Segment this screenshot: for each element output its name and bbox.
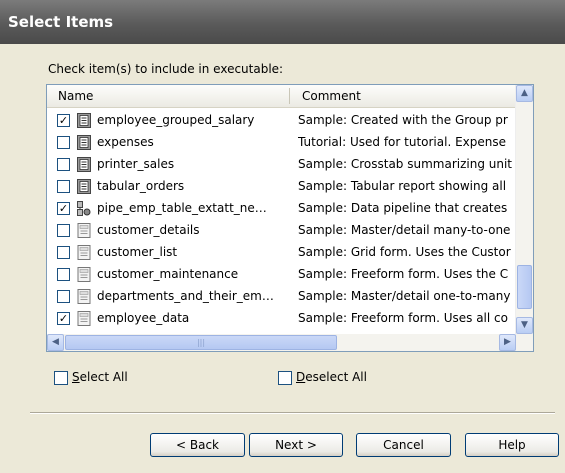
- item-comment: Sample: Created with the Group pr: [298, 113, 508, 127]
- list-column-header: Name Comment: [47, 85, 516, 108]
- item-checkbox[interactable]: [57, 224, 70, 237]
- list-item[interactable]: ✓ pipe_emp_table_extatt_ne… Sample: Data p…: [47, 198, 516, 220]
- help-button[interactable]: Help: [465, 433, 559, 457]
- form-icon: [77, 245, 91, 260]
- item-comment: Sample: Grid form. Uses the Custor: [298, 245, 511, 259]
- column-name-header[interactable]: Name: [58, 89, 93, 103]
- list-item[interactable]: ✓ employee_data Sample: Freeform form. Use…: [47, 308, 516, 330]
- item-comment: Sample: Data pipeline that creates: [298, 201, 508, 215]
- item-name: customer_maintenance: [97, 267, 239, 281]
- dialog-title: Select Items: [8, 13, 114, 31]
- list-item[interactable]: tabular_orders Sample: Tabular report sho…: [47, 176, 516, 198]
- report-icon: [77, 157, 91, 172]
- item-name: expenses: [97, 135, 154, 149]
- list-item[interactable]: departments_and_their_em… Sample: Master/…: [47, 286, 516, 308]
- item-checkbox[interactable]: [57, 268, 70, 281]
- item-comment: Sample: Crosstab summarizing unit: [298, 157, 513, 171]
- next-button[interactable]: Next >: [249, 433, 343, 457]
- item-name: employee_grouped_salary: [97, 113, 255, 127]
- scroll-up-button[interactable]: ▲: [516, 85, 533, 102]
- item-checkbox[interactable]: [57, 136, 70, 149]
- item-comment: Sample: Freeform form. Uses all co: [298, 311, 508, 325]
- scroll-right-button[interactable]: ▶: [499, 334, 516, 351]
- item-name: pipe_emp_table_extatt_ne…: [97, 201, 267, 215]
- dialog-header: Select Items: [0, 0, 565, 44]
- report-icon: [77, 135, 91, 150]
- list-item[interactable]: customer_list Sample: Grid form. Uses the…: [47, 242, 516, 264]
- list-item[interactable]: expenses Tutorial: Used for tutorial. Exp…: [47, 132, 516, 154]
- item-comment: Tutorial: Used for tutorial. Expense: [298, 135, 507, 149]
- form-icon: [77, 311, 91, 326]
- horizontal-scroll-thumb[interactable]: |||: [65, 335, 337, 350]
- pipeline-icon: [77, 201, 91, 216]
- list-item[interactable]: customer_maintenance Sample: Freeform for…: [47, 264, 516, 286]
- items-list[interactable]: Name Comment ✓ employee_grouped_salary Sam…: [46, 84, 534, 352]
- item-checkbox[interactable]: [57, 246, 70, 259]
- deselect-all-label[interactable]: Deselect All: [296, 370, 367, 384]
- scroll-down-button[interactable]: ▼: [516, 317, 533, 334]
- instruction-label: Check item(s) to include in executable:: [48, 62, 284, 76]
- item-checkbox[interactable]: [57, 158, 70, 171]
- item-checkbox[interactable]: ✓: [57, 312, 70, 325]
- list-item[interactable]: customer_details Sample: Master/detail ma…: [47, 220, 516, 242]
- deselect-all-box[interactable]: [278, 371, 292, 385]
- item-comment: Sample: Freeform form. Uses the C: [298, 267, 509, 281]
- form-icon: [77, 267, 91, 282]
- item-comment: Sample: Tabular report showing all: [298, 179, 507, 193]
- item-name: employee_data: [97, 311, 190, 325]
- column-comment-header[interactable]: Comment: [302, 89, 361, 103]
- report-icon: [77, 179, 91, 194]
- item-comment: Sample: Master/detail many-to-one: [298, 223, 511, 237]
- column-separator[interactable]: [289, 88, 290, 104]
- item-checkbox[interactable]: [57, 180, 70, 193]
- select-all-label[interactable]: Select All: [72, 370, 128, 384]
- footer-divider: [30, 412, 555, 414]
- horizontal-scrollbar[interactable]: ◀ ||| ▶: [47, 334, 533, 351]
- item-name: tabular_orders: [97, 179, 185, 193]
- scroll-left-button[interactable]: ◀: [47, 334, 64, 351]
- form-icon: [77, 223, 91, 238]
- item-checkbox[interactable]: [57, 290, 70, 303]
- item-name: departments_and_their_em…: [97, 289, 274, 303]
- item-comment: Sample: Master/detail one-to-many: [298, 289, 511, 303]
- report-icon: [77, 113, 91, 128]
- select-all-box[interactable]: [54, 371, 68, 385]
- form-icon: [77, 289, 91, 304]
- item-name: customer_details: [97, 223, 200, 237]
- item-name: printer_sales: [97, 157, 175, 171]
- list-item[interactable]: printer_sales Sample: Crosstab summarizin…: [47, 154, 516, 176]
- item-checkbox[interactable]: ✓: [57, 202, 70, 215]
- vertical-scroll-thumb[interactable]: [517, 265, 532, 309]
- vertical-scrollbar[interactable]: ▲ ▼: [515, 85, 533, 334]
- item-name: customer_list: [97, 245, 178, 259]
- back-button[interactable]: < Back: [150, 433, 245, 457]
- list-item[interactable]: ✓ employee_grouped_salary Sample: Created …: [47, 110, 516, 132]
- cancel-button[interactable]: Cancel: [356, 433, 451, 457]
- item-checkbox[interactable]: ✓: [57, 114, 70, 127]
